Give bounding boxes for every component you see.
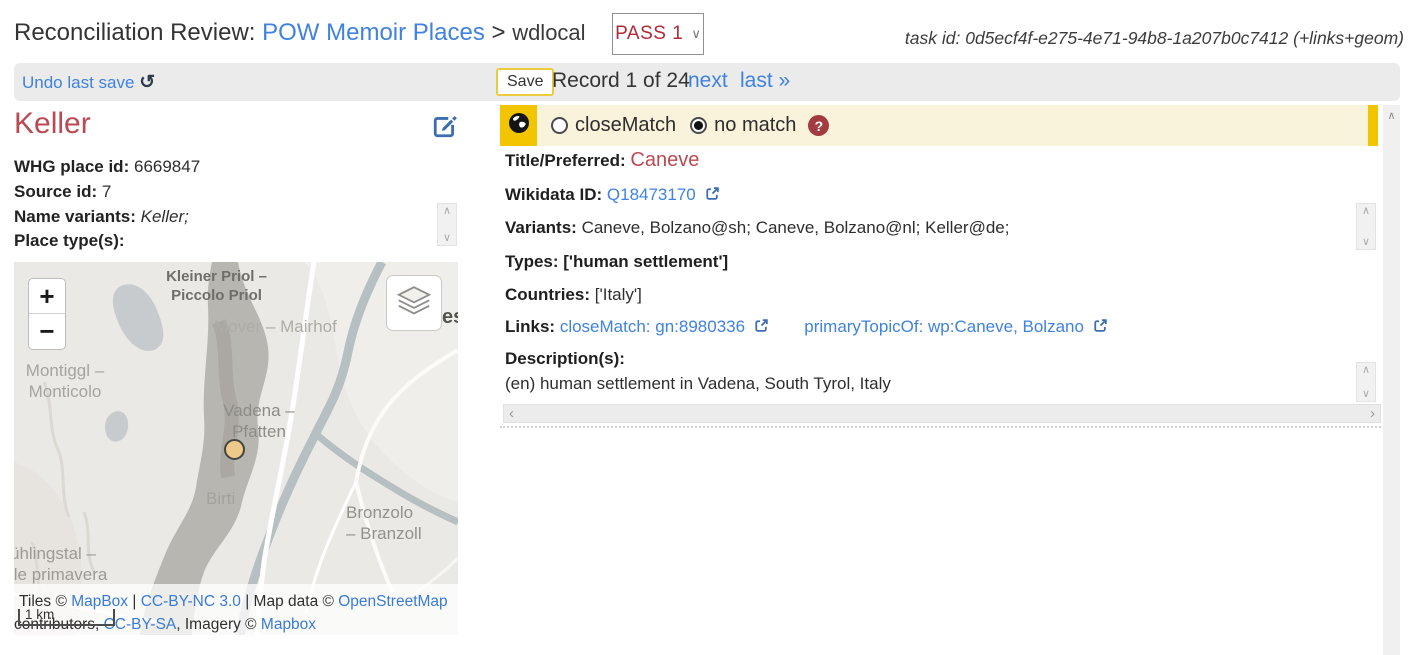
toolbar: Undo last save ↺ Save Record 1 of 24 nex… bbox=[14, 63, 1400, 101]
undo-icon: ↺ bbox=[139, 72, 155, 93]
scroll-left-icon[interactable]: ‹ bbox=[509, 405, 514, 422]
map[interactable]: Kleiner Priol – Piccolo Priol Mover – Ma… bbox=[14, 262, 458, 635]
layers-icon bbox=[396, 285, 432, 322]
scroll-right-icon[interactable]: › bbox=[1370, 405, 1375, 422]
geometry-flag bbox=[500, 105, 537, 146]
candidate-title: Caneve bbox=[630, 149, 699, 171]
candidate-title-row: Title/Preferred: Caneve bbox=[505, 149, 699, 172]
candidate-variants: Caneve, Bolzano@sh; Caneve, Bolzano@nl; … bbox=[582, 218, 1010, 237]
scroll-down-icon[interactable]: ∨ bbox=[443, 231, 451, 245]
candidate-countries-row: Countries: ['Italy'] bbox=[505, 285, 642, 305]
reconciliation-review-page: Reconciliation Review: POW Memoir Places… bbox=[0, 0, 1414, 655]
map-zoom-control: + − bbox=[28, 278, 66, 350]
wikipedia-link[interactable]: primaryTopicOf: wp:Caneve, Bolzano bbox=[804, 317, 1084, 336]
task-id: task id: 0d5ecf4f-e275-4e71-94b8-1a207b0… bbox=[905, 28, 1404, 49]
candidate-variants-row: Variants: Caneve, Bolzano@sh; Caneve, Bo… bbox=[505, 218, 1009, 238]
scroll-up-icon[interactable]: ∧ bbox=[1387, 109, 1395, 655]
collection-link[interactable]: POW Memoir Places bbox=[262, 19, 485, 46]
close-match-option[interactable]: closeMatch bbox=[551, 114, 676, 137]
record-counter: Record 1 of 24 bbox=[552, 69, 690, 93]
edit-place-button[interactable] bbox=[431, 113, 459, 141]
candidate-types: ['human settlement'] bbox=[563, 252, 728, 271]
globe-icon bbox=[508, 112, 530, 139]
vertical-scrollbar[interactable]: ∧ bbox=[1383, 105, 1400, 655]
scroll-up-icon[interactable]: ∧ bbox=[1362, 363, 1370, 377]
page-title-text: Reconciliation Review: bbox=[14, 19, 255, 46]
external-link-icon[interactable] bbox=[705, 186, 720, 206]
pass-selector[interactable]: PASS 1 ∨ bbox=[612, 13, 704, 55]
close-match-label: closeMatch bbox=[575, 114, 676, 137]
field-source-id: Source id: 7 bbox=[14, 182, 111, 202]
page-title: Reconciliation Review: POW Memoir Places… bbox=[14, 19, 586, 47]
horizontal-scrollbar[interactable]: ‹ › bbox=[503, 404, 1381, 423]
zoom-in-button[interactable]: + bbox=[29, 279, 65, 314]
panel-bottom-divider bbox=[500, 426, 1381, 428]
help-icon[interactable]: ? bbox=[808, 115, 829, 136]
license-link[interactable]: CC-BY-NC 3.0 bbox=[141, 593, 241, 610]
pass-label: PASS 1 bbox=[615, 23, 683, 45]
mapbox-link[interactable]: MapBox bbox=[71, 593, 128, 610]
no-match-option[interactable]: no match bbox=[690, 114, 796, 137]
wikidata-link[interactable]: Q18473170 bbox=[607, 185, 696, 204]
zoom-out-button[interactable]: − bbox=[29, 314, 65, 349]
external-link-icon[interactable] bbox=[754, 318, 769, 338]
candidate-wikidata-row: Wikidata ID: Q18473170 bbox=[505, 185, 720, 206]
candidate-descriptions-label: Description(s): bbox=[505, 349, 625, 369]
map-label-clipped: es bbox=[442, 306, 458, 329]
undo-last-save-link[interactable]: Undo last save ↺ bbox=[22, 71, 155, 94]
place-title: Keller bbox=[14, 107, 91, 141]
candidate-description-scrollbar[interactable]: ∧ ∨ bbox=[1356, 362, 1376, 402]
close-match-radio[interactable] bbox=[551, 117, 568, 134]
no-match-label: no match bbox=[714, 114, 796, 137]
chevron-down-icon: ∨ bbox=[691, 26, 701, 42]
external-link-icon[interactable] bbox=[1093, 318, 1108, 338]
osm-link[interactable]: OpenStreetMap bbox=[338, 593, 447, 610]
next-record-link[interactable]: next bbox=[688, 69, 728, 93]
match-decision-bar: closeMatch no match ? bbox=[500, 105, 1368, 146]
candidate-description: (en) human settlement in Vadena, South T… bbox=[505, 374, 891, 394]
candidate-types-row: Types: ['human settlement'] bbox=[505, 252, 728, 272]
undo-label: Undo last save bbox=[22, 73, 134, 92]
mapbox-imagery-link[interactable]: Mapbox bbox=[261, 616, 316, 633]
scroll-down-icon[interactable]: ∨ bbox=[1362, 235, 1370, 249]
map-scale-label: 1 km bbox=[25, 607, 54, 622]
candidate-links-row: Links: closeMatch: gn:8980336 primaryTop… bbox=[505, 317, 1108, 338]
variants-scrollbar[interactable]: ∧ ∨ bbox=[437, 203, 457, 246]
match-bar-end-strip bbox=[1368, 105, 1378, 146]
candidate-variants-scrollbar[interactable]: ∧ ∨ bbox=[1356, 203, 1376, 250]
breadcrumb-separator: > bbox=[492, 19, 506, 46]
map-scale-bar: 1 km bbox=[18, 609, 115, 626]
place-marker[interactable] bbox=[224, 439, 245, 460]
last-record-link[interactable]: last » bbox=[740, 69, 790, 93]
field-place-types: Place type(s): bbox=[14, 231, 125, 251]
map-layers-button[interactable] bbox=[386, 275, 442, 331]
candidate-countries: ['Italy'] bbox=[595, 285, 642, 304]
scroll-up-icon[interactable]: ∧ bbox=[443, 204, 451, 218]
field-name-variants: Name variants: Keller; bbox=[14, 207, 189, 227]
no-match-radio[interactable] bbox=[690, 117, 707, 134]
edit-pencil-icon bbox=[432, 127, 458, 142]
dataset-label: wdlocal bbox=[512, 20, 585, 45]
scroll-down-icon[interactable]: ∨ bbox=[1362, 387, 1370, 401]
save-button[interactable]: Save bbox=[496, 68, 554, 96]
geonames-link[interactable]: closeMatch: gn:8980336 bbox=[560, 317, 745, 336]
scroll-up-icon[interactable]: ∧ bbox=[1362, 204, 1370, 218]
field-whg-place-id: WHG place id: 6669847 bbox=[14, 157, 200, 177]
